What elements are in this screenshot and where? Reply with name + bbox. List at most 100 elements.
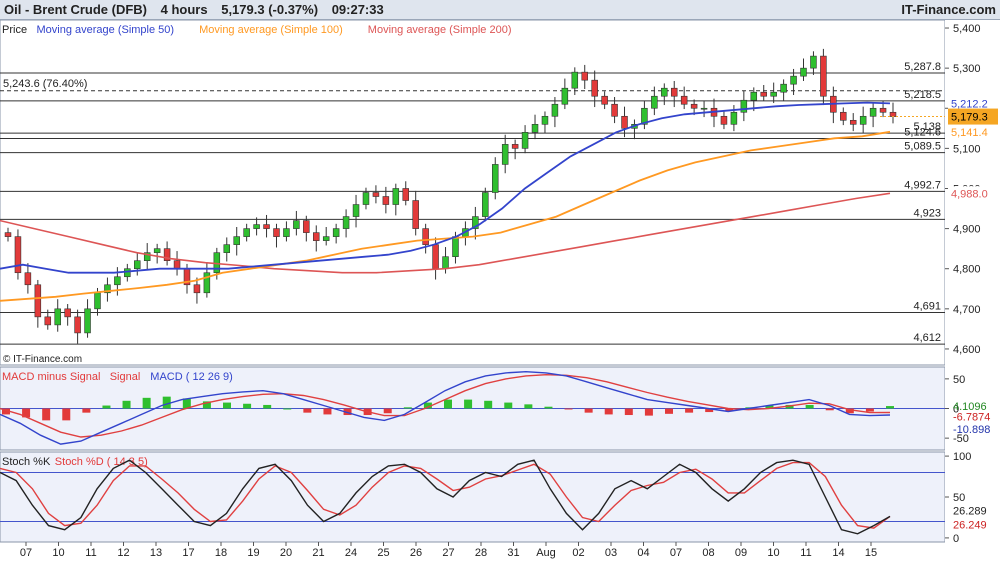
candle-body — [661, 87, 668, 97]
title-bar: Oil - Brent Crude (DFB) 4 hours 5,179.3 … — [0, 0, 1000, 20]
stoch-legend-item: Stoch %K — [2, 456, 51, 468]
candle-body — [283, 228, 290, 237]
candle-body — [392, 188, 400, 205]
x-tick-label: 07 — [670, 547, 682, 559]
clock-time: 09:27:33 — [331, 2, 384, 17]
candle-body — [879, 107, 887, 113]
price-y-tick-label: 5,100 — [953, 143, 981, 155]
macd-histogram-bar — [82, 408, 91, 413]
candle-body — [4, 232, 12, 237]
level-label: 4,691 — [913, 300, 941, 312]
candle-body — [531, 124, 539, 133]
x-tick-label: Aug — [536, 547, 556, 559]
candle-body — [740, 99, 748, 113]
x-tick-label: 31 — [507, 547, 519, 559]
price-y-tick-label: 4,700 — [953, 304, 981, 316]
macd-histogram-bar — [685, 408, 694, 413]
timeframe: 4 hours — [160, 2, 208, 17]
price-legend-item: Moving average (Simple 50) — [37, 24, 175, 36]
macd-histogram-bar — [142, 397, 151, 409]
candle-body — [124, 268, 131, 278]
macd-histogram-bar — [504, 402, 513, 409]
candle-body — [233, 236, 240, 245]
x-tick-label: 13 — [150, 547, 162, 559]
x-tick-label: 17 — [182, 547, 194, 559]
level-label: 5,124.6 — [904, 127, 941, 139]
stoch-y-tick-label: 100 — [953, 451, 971, 463]
candle-body — [44, 316, 52, 326]
candle-body — [601, 95, 608, 105]
macd-histogram-bar — [644, 408, 653, 416]
chart-svg: Price Moving average (Simple 50) Moving av… — [0, 20, 1000, 563]
candle-body — [452, 236, 459, 257]
x-tick-label: 20 — [280, 547, 292, 559]
candle-body — [730, 111, 738, 125]
x-tick-label: 28 — [475, 547, 487, 559]
candle-body — [114, 276, 121, 286]
price-change: 5,179.3 (-0.37%) — [221, 2, 319, 17]
candle-body — [760, 91, 767, 97]
candle-body — [581, 71, 588, 81]
candle-body — [690, 103, 698, 109]
level-label: 5,287.8 — [904, 61, 941, 73]
candle-body — [551, 103, 559, 117]
macd-histogram-bar — [886, 406, 894, 409]
candle-body — [651, 95, 658, 109]
candle-body — [412, 200, 419, 229]
macd-y-tick-label: 50 — [953, 374, 965, 386]
macd-histogram-bar — [564, 408, 573, 410]
candle-body — [352, 204, 360, 217]
macd-histogram-bar — [544, 406, 553, 409]
candle-body — [332, 228, 340, 237]
x-tick-label: 15 — [865, 547, 877, 559]
candle-body — [432, 244, 439, 270]
x-tick-label: 08 — [702, 547, 714, 559]
macd-histogram-bar — [805, 404, 814, 409]
macd-histogram-bar — [42, 408, 51, 421]
brand-name: IT-Finance.com — [901, 2, 996, 17]
candle-body — [322, 236, 330, 241]
level-label: 5,089.5 — [904, 141, 941, 153]
candle-body — [253, 224, 260, 229]
candle-body — [14, 236, 22, 274]
candle-body — [382, 196, 390, 205]
candle-body — [521, 132, 529, 149]
price-legend-item: Price — [2, 24, 27, 36]
candle-body — [840, 111, 847, 121]
macd-legend-item: MACD ( 12 26 9) — [150, 371, 233, 383]
x-tick-label: 10 — [767, 547, 779, 559]
level-label: 4,992.7 — [904, 179, 941, 191]
candle-body — [869, 107, 877, 117]
level-label: 5,218.5 — [904, 89, 941, 101]
x-tick-label: 27 — [442, 547, 454, 559]
candle-body — [491, 164, 499, 193]
candle-body — [541, 115, 549, 125]
macd-histogram-bar — [303, 408, 312, 413]
candle-body — [94, 292, 101, 310]
macd-histogram-bar — [62, 408, 71, 421]
candle-body — [74, 316, 81, 334]
macd-histogram-bar — [323, 408, 332, 415]
macd-histogram-bar — [464, 399, 473, 409]
level-label: 4,612 — [913, 332, 941, 344]
candle-body — [402, 188, 410, 201]
x-tick-label: 07 — [20, 547, 32, 559]
macd-histogram-bar — [383, 408, 392, 414]
macd-legend-item: Signal — [110, 371, 141, 383]
candle-body — [372, 192, 380, 197]
x-tick-label: 24 — [345, 547, 357, 559]
x-tick-label: 26 — [410, 547, 422, 559]
macd-histogram-bar — [865, 408, 874, 412]
macd-value-label: -10.898 — [953, 424, 990, 436]
candle-body — [54, 308, 61, 326]
x-tick-label: 04 — [637, 547, 649, 559]
x-tick-label: 12 — [117, 547, 129, 559]
candle-body — [153, 248, 161, 253]
price-legend-item: Moving average (Simple 100) — [199, 24, 343, 36]
candle-body — [303, 220, 310, 233]
candle-body — [293, 220, 300, 229]
candle-body — [770, 91, 777, 97]
stoch-y-tick-label: 0 — [953, 533, 959, 545]
candle-body — [193, 284, 201, 294]
chart-root: Oil - Brent Crude (DFB) 4 hours 5,179.3 … — [0, 0, 1000, 563]
